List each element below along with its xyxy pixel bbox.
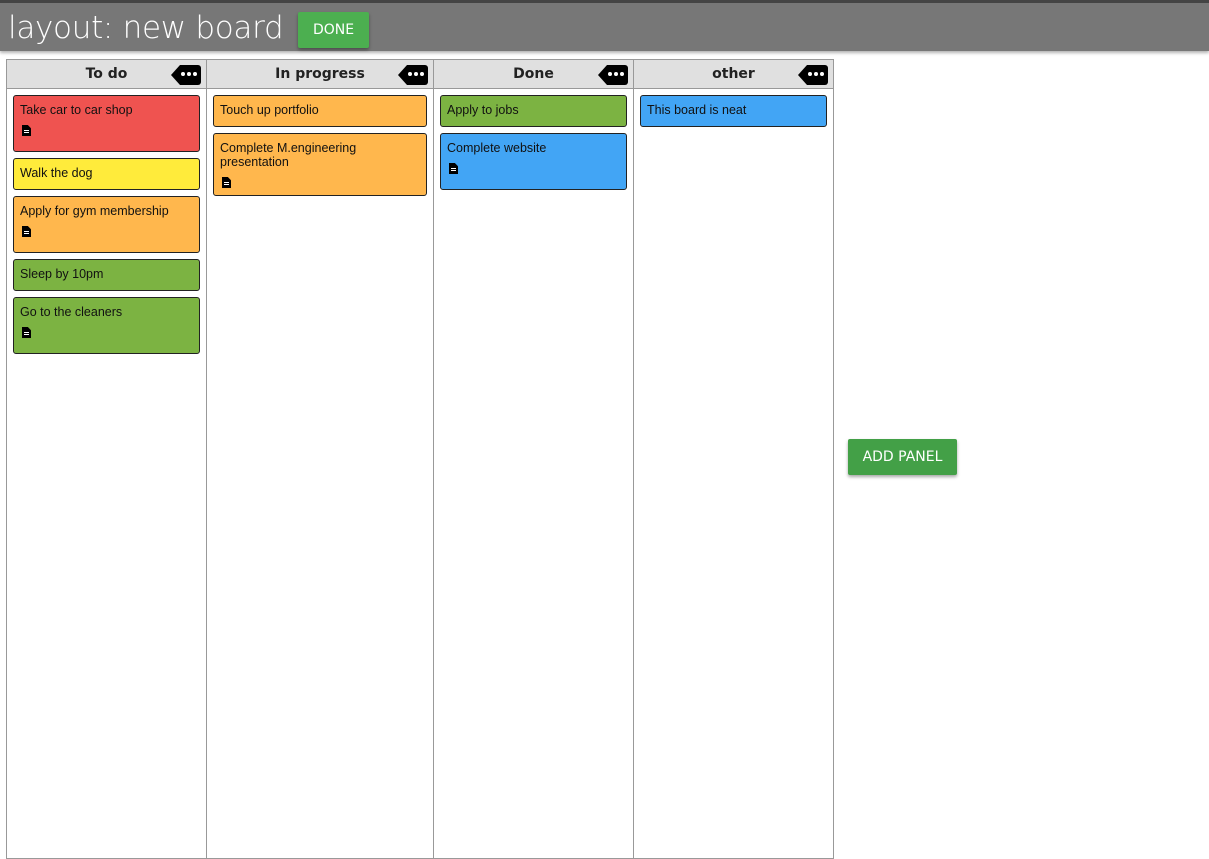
card[interactable]: Take car to car shop <box>13 95 200 152</box>
card-list: Take car to car shop Walk the dog Apply fo… <box>7 89 206 366</box>
card-title: Apply to jobs <box>447 103 519 117</box>
card-title: Touch up portfolio <box>220 103 319 117</box>
card-title: Complete M.engineering presentation <box>220 141 357 169</box>
card[interactable]: This board is neat <box>640 95 827 127</box>
card-list: Touch up portfolio Complete M.engineering… <box>207 89 433 208</box>
panel-header: To do <box>7 60 206 89</box>
note-icon <box>22 226 31 237</box>
card[interactable]: Go to the cleaners <box>13 297 200 354</box>
panel-in-progress: In progress Touch up portfolio Complete M.… <box>207 59 434 859</box>
panel-title: other <box>712 66 755 82</box>
card-title: This board is neat <box>647 103 747 117</box>
card-title: Take car to car shop <box>20 103 133 117</box>
more-options-icon[interactable] <box>798 65 828 85</box>
card[interactable]: Complete M.engineering presentation <box>213 133 427 196</box>
board: To do Take car to car shop Walk the dog App… <box>6 59 834 859</box>
card-title: Go to the cleaners <box>20 305 123 319</box>
note-icon <box>222 177 231 188</box>
panel-done: Done Apply to jobs Complete website <box>434 59 634 859</box>
more-options-icon[interactable] <box>171 65 201 85</box>
panel-title: In progress <box>275 66 365 82</box>
app-header: layout: new board DONE <box>0 0 1209 51</box>
note-icon <box>449 163 458 174</box>
card-title: Complete website <box>447 141 547 155</box>
panel-to-do: To do Take car to car shop Walk the dog App… <box>6 59 207 859</box>
done-button[interactable]: DONE <box>298 12 369 48</box>
panel-header: Done <box>434 60 633 89</box>
panel-header: In progress <box>207 60 433 89</box>
card-title: Sleep by 10pm <box>20 267 104 281</box>
card-list: Apply to jobs Complete website <box>434 89 633 202</box>
card-title: Walk the dog <box>20 166 93 180</box>
card[interactable]: Apply for gym membership <box>13 196 200 253</box>
card[interactable]: Complete website <box>440 133 627 190</box>
card[interactable]: Touch up portfolio <box>213 95 427 127</box>
page-title: layout: new board <box>8 10 284 46</box>
card[interactable]: Walk the dog <box>13 158 200 190</box>
panel-header: other <box>634 60 833 89</box>
card-list: This board is neat <box>634 89 833 139</box>
more-options-icon[interactable] <box>398 65 428 85</box>
note-icon <box>22 125 31 136</box>
panel-title: To do <box>85 66 128 82</box>
more-options-icon[interactable] <box>598 65 628 85</box>
note-icon <box>22 327 31 338</box>
panel-title: Done <box>513 66 554 82</box>
add-panel-button[interactable]: ADD PANEL <box>848 439 957 475</box>
card[interactable]: Apply to jobs <box>440 95 627 127</box>
panel-other: other This board is neat <box>634 59 834 859</box>
card[interactable]: Sleep by 10pm <box>13 259 200 291</box>
card-title: Apply for gym membership <box>20 204 169 218</box>
